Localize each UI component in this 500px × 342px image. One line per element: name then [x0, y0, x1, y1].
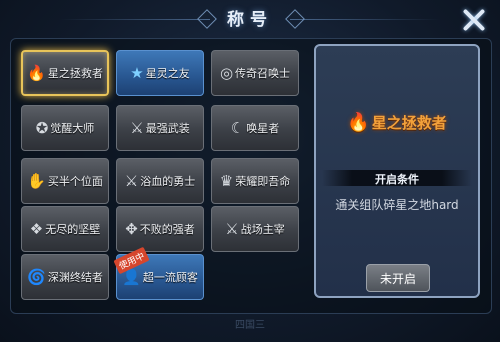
footer-text: 四国三	[235, 320, 265, 331]
winged-icon: ✥	[125, 219, 138, 238]
title-label: 觉醒大师	[50, 122, 95, 135]
title-label: 荣耀即吾命	[235, 175, 291, 188]
title-label: 唤星者	[246, 122, 280, 135]
title-tile-glory-is-life[interactable]: ♛ 荣耀即吾命	[211, 158, 299, 204]
title-label: 不败的强者	[139, 223, 195, 236]
page-title: 称号	[227, 10, 273, 30]
flame-icon: 🔥	[347, 112, 370, 133]
hand-coin-icon: ✋	[27, 171, 46, 190]
title-label: 超一流顾客	[142, 271, 198, 284]
title-tile-bloodbathed-warrior[interactable]: ⚔ 浴血的勇士	[116, 158, 204, 204]
title-label: 星之拯救者	[47, 67, 103, 80]
title-detail-panel: 🔥 星之拯救者 开启条件 通关组队碎星之地hard 未开启	[314, 44, 480, 298]
title-label: 无尽的坚壁	[45, 223, 101, 236]
condition-label: 开启条件	[375, 173, 419, 186]
title-label: 买半个位面	[47, 175, 103, 188]
lion-icon: ♛	[219, 171, 234, 190]
equip-button[interactable]: 未开启	[366, 264, 430, 292]
title-label: 战场主宰	[240, 223, 285, 236]
title-label: 传奇召唤士	[235, 67, 291, 80]
detail-title-text: 星之拯救者	[371, 114, 447, 132]
title-label: 最强武装	[145, 122, 190, 135]
sword-icon: ⚔	[225, 219, 239, 238]
title-tile-star-savior[interactable]: 🔥 星之拯救者	[21, 50, 109, 96]
title-tile-undefeated-strong[interactable]: ✥ 不败的强者	[116, 206, 204, 252]
emblem-icon: ✪	[35, 118, 49, 137]
swirl-icon: ◎	[219, 63, 234, 82]
header: 称号	[0, 0, 500, 38]
title-tile-legend-summoner[interactable]: ◎ 传奇召唤士	[211, 50, 299, 96]
title-tile-abyss-ender[interactable]: 🌀 深渊终结者	[21, 254, 109, 300]
title-label: 浴血的勇士	[140, 175, 196, 188]
title-tile-half-position[interactable]: ✋ 买半个位面	[21, 158, 109, 204]
wings-icon: ❖	[29, 219, 44, 238]
close-icon[interactable]	[460, 6, 488, 34]
flame-icon: 🔥	[27, 63, 46, 82]
blade-icon: ⚔	[124, 171, 139, 190]
title-tile-star-spirit-friend[interactable]: ★ 星灵之友	[116, 50, 204, 96]
detail-title: 🔥 星之拯救者	[316, 112, 478, 133]
title-tile-strongest-armed[interactable]: ⚔ 最强武装	[116, 105, 204, 151]
title-tile-top-customer[interactable]: 👤 超一流顾客 使用中	[113, 246, 204, 300]
title-label: 星灵之友	[145, 67, 190, 80]
condition-text: 通关组队碎星之地hard	[335, 198, 459, 212]
title-tile-endless-fortress[interactable]: ❖ 无尽的坚壁	[21, 206, 109, 252]
vortex-icon: 🌀	[27, 267, 46, 286]
header-line-right	[290, 19, 440, 20]
title-tile-awakened-master[interactable]: ✪ 觉醒大师	[21, 105, 109, 151]
star-icon: ★	[130, 63, 144, 82]
title-tile-star-caller[interactable]: ☾ 唤星者	[211, 105, 299, 151]
moon-star-icon: ☾	[230, 118, 245, 137]
armor-icon: ⚔	[130, 118, 144, 137]
title-tile-battlefield-lord[interactable]: ⚔ 战场主宰	[211, 206, 299, 252]
title-label: 深渊终结者	[47, 271, 103, 284]
